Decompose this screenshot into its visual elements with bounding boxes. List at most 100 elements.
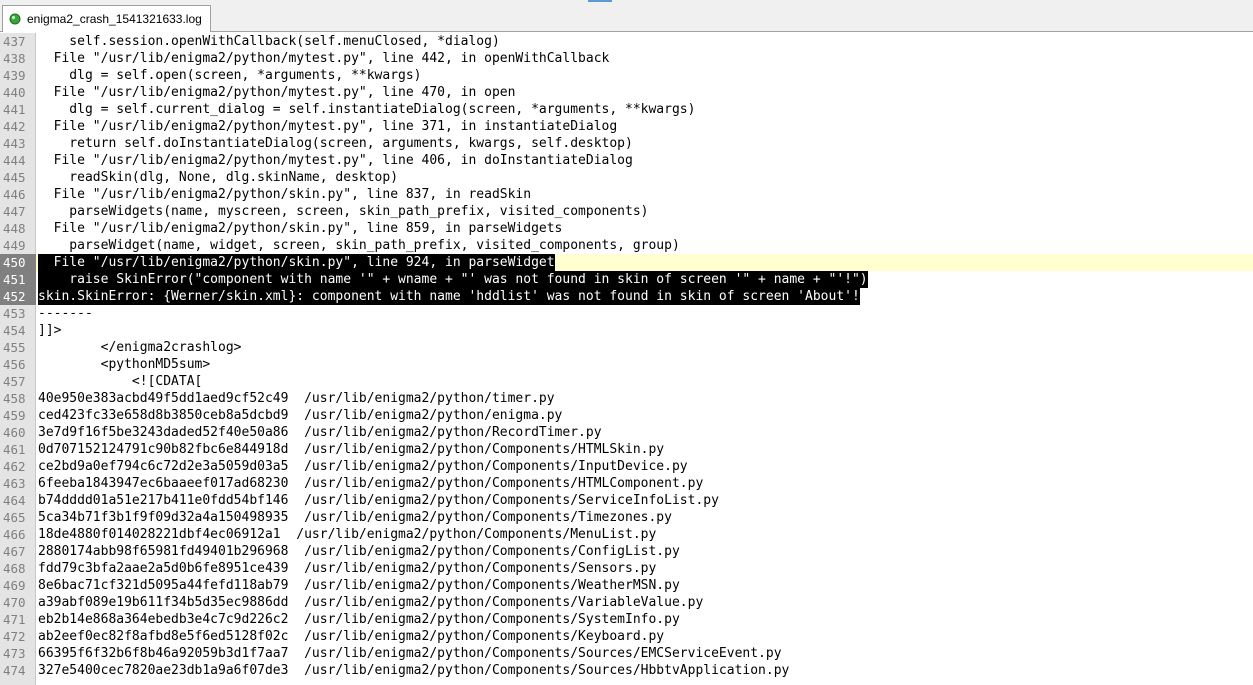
editor-line[interactable]: 455 </enigma2crashlog>: [0, 339, 1253, 356]
line-text: parseWidgets(name, myscreen, screen, ski…: [38, 204, 649, 219]
line-text: skin.SkinError: {Werner/skin.xml}: compo…: [38, 288, 860, 305]
line-number: 469: [3, 578, 26, 593]
line-text: dlg = self.current_dialog = self.instant…: [38, 102, 696, 117]
editor-line[interactable]: 470 a39abf089e19b611f34b5d35ec9886dd /usr…: [0, 594, 1253, 611]
line-number: 439: [3, 68, 26, 83]
line-number: 466: [3, 527, 26, 542]
line-number: 473: [3, 646, 26, 661]
editor-line[interactable]: 458 40e950e383acbd49f5dd1aed9cf52c49 /usr…: [0, 390, 1253, 407]
tab-title: enigma2_crash_1541321633.log: [27, 12, 202, 26]
line-number: 452: [0, 288, 36, 305]
editor-line[interactable]: 454]]>: [0, 322, 1253, 339]
line-number: 446: [3, 187, 26, 202]
editor-line[interactable]: 466 18de4880f014028221dbf4ec06912a1 /usr/…: [0, 526, 1253, 543]
line-number: 448: [3, 221, 26, 236]
editor-line[interactable]: 437 self.session.openWithCallback(self.m…: [0, 33, 1253, 50]
line-text: -------: [38, 306, 93, 321]
editor-line[interactable]: 438 File "/usr/lib/enigma2/python/mytest…: [0, 50, 1253, 67]
editor-line[interactable]: 471 eb2b14e868a364ebedb3e4c7c9d226c2 /usr…: [0, 611, 1253, 628]
line-text: 0d707152124791c90b82fbc6e844918d /usr/li…: [38, 442, 665, 457]
editor-line[interactable]: 461 0d707152124791c90b82fbc6e844918d /usr…: [0, 441, 1253, 458]
file-saved-icon: [9, 13, 21, 25]
line-text: File "/usr/lib/enigma2/python/mytest.py"…: [38, 85, 516, 100]
editor-line[interactable]: 453 -------: [0, 305, 1253, 322]
editor-line[interactable]: 439 dlg = self.open(screen, *arguments, …: [0, 67, 1253, 84]
line-number: 437: [3, 34, 26, 49]
editor-line[interactable]: 442 File "/usr/lib/enigma2/python/mytest…: [0, 118, 1253, 135]
line-number: 450: [0, 254, 36, 271]
line-text: raise SkinError("component with name '" …: [38, 271, 868, 288]
line-number: 444: [3, 153, 26, 168]
editor-line[interactable]: 445 readSkin(dlg, None, dlg.skinName, de…: [0, 169, 1253, 186]
line-number: 443: [3, 136, 26, 151]
tab-bar: enigma2_crash_1541321633.log: [0, 0, 1253, 32]
line-text: 40e950e383acbd49f5dd1aed9cf52c49 /usr/li…: [38, 391, 555, 406]
line-number: 457: [3, 374, 26, 389]
editor-line[interactable]: 464 b74dddd01a51e217b411e0fdd54bf146 /usr…: [0, 492, 1253, 509]
line-number: 456: [3, 357, 26, 372]
line-text: ce2bd9a0ef794c6c72d2e3a5059d03a5 /usr/li…: [38, 459, 688, 474]
line-number: 445: [3, 170, 26, 185]
editor-line[interactable]: 459 ced423fc33e658d8b3850ceb8a5dcbd9 /usr…: [0, 407, 1253, 424]
editor-line[interactable]: 449 parseWidget(name, widget, screen, sk…: [0, 237, 1253, 254]
editor-line[interactable]: 472 ab2eef0ec82f8afbd8e5f6ed5128f02c /usr…: [0, 628, 1253, 645]
line-number: 465: [3, 510, 26, 525]
editor-line[interactable]: 460 3e7d9f16f5be3243daded52f40e50a86 /usr…: [0, 424, 1253, 441]
editor-line[interactable]: 451 raise SkinError("component with name…: [0, 271, 1253, 288]
line-text: 8e6bac71cf321d5095a44fefd118ab79 /usr/li…: [38, 578, 680, 593]
line-number: 460: [3, 425, 26, 440]
editor-line[interactable]: 474 327e5400cec7820ae23db1a9a6f07de3 /usr…: [0, 662, 1253, 679]
line-number: 453: [3, 306, 26, 321]
editor-line[interactable]: 468 fdd79c3bfa2aae2a5d0b6fe8951ce439 /usr…: [0, 560, 1253, 577]
editor-line[interactable]: 456 <pythonMD5sum>: [0, 356, 1253, 373]
line-text: 327e5400cec7820ae23db1a9a6f07de3 /usr/li…: [38, 663, 790, 678]
editor-line[interactable]: 462 ce2bd9a0ef794c6c72d2e3a5059d03a5 /usr…: [0, 458, 1253, 475]
editor-line[interactable]: 465 5ca34b71f3b1f9f09d32a4a150498935 /usr…: [0, 509, 1253, 526]
text-editor[interactable]: 437 self.session.openWithCallback(self.m…: [0, 33, 1253, 685]
line-number: 459: [3, 408, 26, 423]
editor-line[interactable]: 447 parseWidgets(name, myscreen, screen,…: [0, 203, 1253, 220]
line-number: 442: [3, 119, 26, 134]
line-text: 18de4880f014028221dbf4ec06912a1 /usr/lib…: [38, 527, 657, 542]
line-number: 454: [3, 323, 26, 338]
editor-line[interactable]: 473 66395f6f32b6f8b46a92059b3d1f7aa7 /usr…: [0, 645, 1253, 662]
line-number: 441: [3, 102, 26, 117]
line-text: readSkin(dlg, None, dlg.skinName, deskto…: [38, 170, 399, 185]
line-number: 468: [3, 561, 26, 576]
editor-line[interactable]: 444 File "/usr/lib/enigma2/python/mytest…: [0, 152, 1253, 169]
line-text: File "/usr/lib/enigma2/python/skin.py", …: [38, 254, 555, 271]
line-number: 461: [3, 442, 26, 457]
editor-line[interactable]: 469 8e6bac71cf321d5095a44fefd118ab79 /usr…: [0, 577, 1253, 594]
editor-line[interactable]: 450 File "/usr/lib/enigma2/python/skin.p…: [0, 254, 1253, 271]
toolbar-indicator: [588, 0, 612, 2]
editor-line[interactable]: 443 return self.doInstantiateDialog(scre…: [0, 135, 1253, 152]
editor-line[interactable]: 440 File "/usr/lib/enigma2/python/mytest…: [0, 84, 1253, 101]
line-text: File "/usr/lib/enigma2/python/mytest.py"…: [38, 119, 618, 134]
line-number: 440: [3, 85, 26, 100]
tab-file[interactable]: enigma2_crash_1541321633.log: [2, 5, 211, 32]
editor-line[interactable]: 452 skin.SkinError: {Werner/skin.xml}: co…: [0, 288, 1253, 305]
line-number: 449: [3, 238, 26, 253]
line-text: self.session.openWithCallback(self.menuC…: [38, 34, 500, 49]
editor-line[interactable]: 463 6feeba1843947ec6baaeef017ad68230 /usr…: [0, 475, 1253, 492]
line-text: b74dddd01a51e217b411e0fdd54bf146 /usr/li…: [38, 493, 719, 508]
line-text: return self.doInstantiateDialog(screen, …: [38, 136, 633, 151]
line-text: eb2b14e868a364ebedb3e4c7c9d226c2 /usr/li…: [38, 612, 680, 627]
line-number: 455: [3, 340, 26, 355]
editor-line[interactable]: 448 File "/usr/lib/enigma2/python/skin.p…: [0, 220, 1253, 237]
editor-line[interactable]: 457 <![CDATA[: [0, 373, 1253, 390]
line-text: 66395f6f32b6f8b46a92059b3d1f7aa7 /usr/li…: [38, 646, 782, 661]
line-number: 472: [3, 629, 26, 644]
line-text: 6feeba1843947ec6baaeef017ad68230 /usr/li…: [38, 476, 704, 491]
editor-line[interactable]: 446 File "/usr/lib/enigma2/python/skin.p…: [0, 186, 1253, 203]
line-text: <![CDATA[: [38, 374, 203, 389]
line-number: 458: [3, 391, 26, 406]
line-text: <pythonMD5sum>: [38, 357, 211, 372]
line-text: 5ca34b71f3b1f9f09d32a4a150498935 /usr/li…: [38, 510, 672, 525]
line-number: 463: [3, 476, 26, 491]
line-number: 464: [3, 493, 26, 508]
editor-line[interactable]: 441 dlg = self.current_dialog = self.ins…: [0, 101, 1253, 118]
editor-line[interactable]: 467 2880174abb98f65981fd49401b296968 /usr…: [0, 543, 1253, 560]
line-text: 3e7d9f16f5be3243daded52f40e50a86 /usr/li…: [38, 425, 602, 440]
line-text: ab2eef0ec82f8afbd8e5f6ed5128f02c /usr/li…: [38, 629, 665, 644]
